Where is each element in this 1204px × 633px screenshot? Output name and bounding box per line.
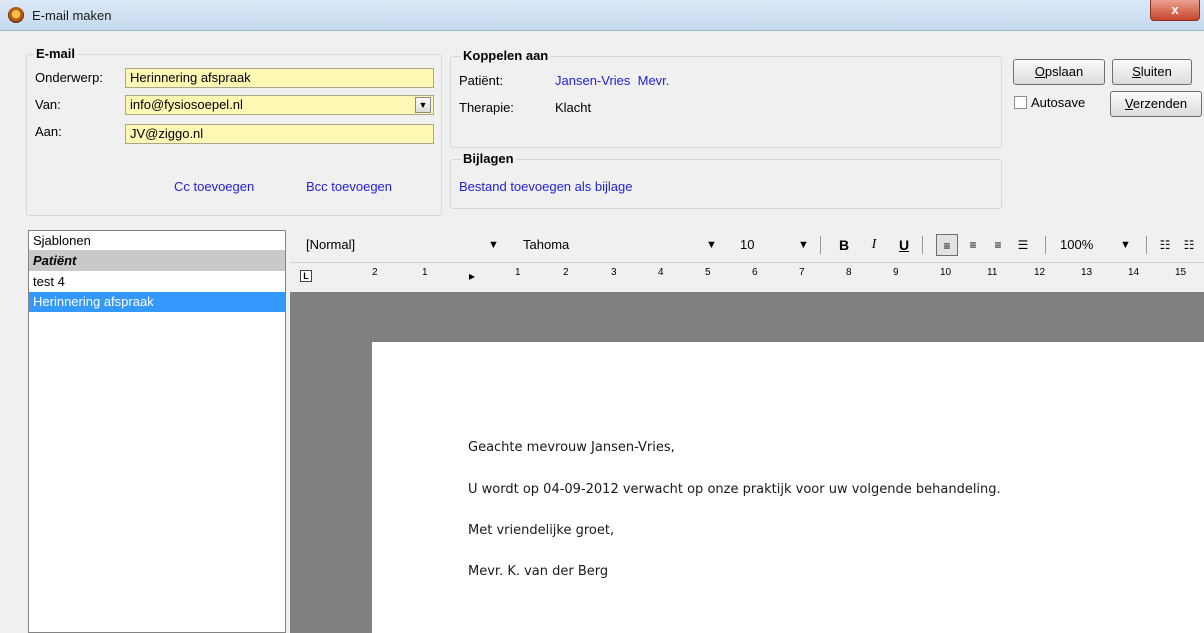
patient-label: Patiënt: bbox=[459, 73, 504, 88]
close-button[interactable]: x bbox=[1150, 0, 1200, 21]
link-to-group bbox=[450, 56, 1002, 148]
ruler-number: 8 bbox=[846, 267, 852, 278]
save-button[interactable]: Opslaan bbox=[1013, 59, 1105, 85]
window-title: E-mail maken bbox=[32, 8, 112, 23]
ruler-number: 13 bbox=[1081, 267, 1093, 278]
align-right-icon[interactable]: ≡ bbox=[987, 234, 1009, 256]
ruler-number: 12 bbox=[1034, 267, 1046, 278]
ruler-scale[interactable]: 2 1 ▸ 1 2 3 4 5 6 7 8 9 10 11 12 13 14 1… bbox=[330, 267, 1204, 285]
bold-button[interactable]: B bbox=[833, 234, 855, 256]
list-item[interactable]: test 4 bbox=[29, 272, 285, 292]
email-group-label: E-mail bbox=[34, 46, 78, 61]
close-window-button[interactable]: Sluiten bbox=[1112, 59, 1192, 85]
subject-label: Onderwerp: bbox=[35, 70, 103, 85]
bullet-list-icon[interactable]: ☷ bbox=[1178, 234, 1200, 256]
ruler-number: 9 bbox=[893, 267, 899, 278]
align-justify-icon[interactable]: ☰ bbox=[1012, 234, 1034, 256]
chevron-down-icon[interactable]: ▼ bbox=[798, 235, 809, 255]
to-input[interactable]: JV@ziggo.nl bbox=[125, 124, 434, 144]
tab-type-selector[interactable]: L bbox=[300, 270, 312, 282]
ruler-number: 7 bbox=[799, 267, 805, 278]
ruler-number: 2 bbox=[372, 267, 378, 278]
zoom-select[interactable]: 100% bbox=[1060, 235, 1100, 255]
templates-category[interactable]: Patiënt bbox=[29, 251, 285, 271]
ruler-number: 2 bbox=[563, 267, 569, 278]
ruler-number: 15 bbox=[1175, 267, 1187, 278]
separator bbox=[1146, 236, 1147, 254]
ruler-number: 3 bbox=[611, 267, 617, 278]
attachments-group-label: Bijlagen bbox=[461, 151, 516, 166]
ruler-number: 4 bbox=[658, 267, 664, 278]
ruler-number: 11 bbox=[987, 267, 998, 278]
ruler-number: 1 bbox=[515, 267, 521, 278]
autosave-label: Autosave bbox=[1031, 95, 1086, 110]
chevron-down-icon[interactable]: ▼ bbox=[1120, 235, 1131, 255]
send-label: erzenden bbox=[1132, 96, 1188, 111]
chevron-down-icon[interactable]: ▼ bbox=[415, 97, 431, 113]
document-line[interactable]: U wordt op 04-09-2012 verwacht op onze p… bbox=[468, 482, 1001, 497]
ruler-number: 1 bbox=[422, 267, 428, 278]
align-center-icon[interactable]: ≡ bbox=[962, 234, 984, 256]
send-button[interactable]: Verzenden bbox=[1110, 91, 1202, 117]
separator bbox=[820, 236, 821, 254]
save-hotkey: O bbox=[1034, 64, 1045, 79]
underline-button[interactable]: U bbox=[893, 234, 915, 256]
style-select[interactable]: [Normal] bbox=[306, 235, 486, 255]
chevron-down-icon[interactable]: ▼ bbox=[488, 235, 499, 255]
size-select[interactable]: 10 bbox=[740, 235, 790, 255]
document-line[interactable]: Mevr. K. van der Berg bbox=[468, 564, 608, 579]
subject-input[interactable]: Herinnering afspraak bbox=[125, 68, 434, 88]
italic-button[interactable]: I bbox=[863, 234, 885, 256]
close-hotkey: S bbox=[1132, 64, 1141, 79]
patient-link[interactable]: Jansen-Vries Mevr. bbox=[555, 73, 669, 88]
document-line[interactable]: Met vriendelijke groet, bbox=[468, 523, 614, 538]
cc-add-link[interactable]: Cc toevoegen bbox=[174, 179, 254, 194]
ruler-number: 14 bbox=[1128, 267, 1140, 278]
templates-list: Sjablonen Patiënt test 4 Herinnering afs… bbox=[28, 230, 286, 633]
indent-marker-icon[interactable]: ▸ bbox=[469, 269, 475, 283]
link-to-group-label: Koppelen aan bbox=[461, 48, 551, 63]
add-attachment-link[interactable]: Bestand toevoegen als bijlage bbox=[459, 179, 632, 194]
app-icon bbox=[8, 7, 24, 23]
from-select[interactable]: info@fysiosoepel.nl ▼ bbox=[125, 95, 434, 115]
close-label: luiten bbox=[1140, 64, 1172, 79]
align-left-icon[interactable]: ≡ bbox=[936, 234, 958, 256]
list-item-selected[interactable]: Herinnering afspraak bbox=[29, 292, 285, 312]
therapy-label: Therapie: bbox=[459, 100, 514, 115]
ruler-number: 5 bbox=[705, 267, 711, 278]
from-value: info@fysiosoepel.nl bbox=[130, 97, 243, 112]
autosave-checkbox[interactable] bbox=[1014, 96, 1027, 109]
ruler: L 2 1 ▸ 1 2 3 4 5 6 7 8 9 10 11 12 13 14… bbox=[290, 262, 1204, 293]
editor-toolbar: [Normal] ▼ Tahoma ▼ 10 ▼ B I U ≡ ≡ ≡ ☰ 1… bbox=[290, 230, 1204, 260]
numbered-list-icon[interactable]: ☷ bbox=[1154, 234, 1176, 256]
to-label: Aan: bbox=[35, 124, 62, 139]
templates-header: Sjablonen bbox=[29, 231, 285, 251]
save-label: pslaan bbox=[1044, 64, 1084, 79]
chevron-down-icon[interactable]: ▼ bbox=[706, 235, 717, 255]
title-bar: E-mail maken x bbox=[0, 0, 1204, 31]
from-label: Van: bbox=[35, 97, 61, 112]
font-select[interactable]: Tahoma bbox=[523, 235, 673, 255]
therapy-value: Klacht bbox=[555, 100, 592, 115]
separator bbox=[922, 236, 923, 254]
document-line[interactable]: Geachte mevrouw Jansen-Vries, bbox=[468, 440, 675, 455]
ruler-number: 6 bbox=[752, 267, 758, 278]
ruler-number: 10 bbox=[940, 267, 952, 278]
send-hotkey: V bbox=[1124, 96, 1133, 111]
bcc-add-link[interactable]: Bcc toevoegen bbox=[306, 179, 392, 194]
separator bbox=[1045, 236, 1046, 254]
